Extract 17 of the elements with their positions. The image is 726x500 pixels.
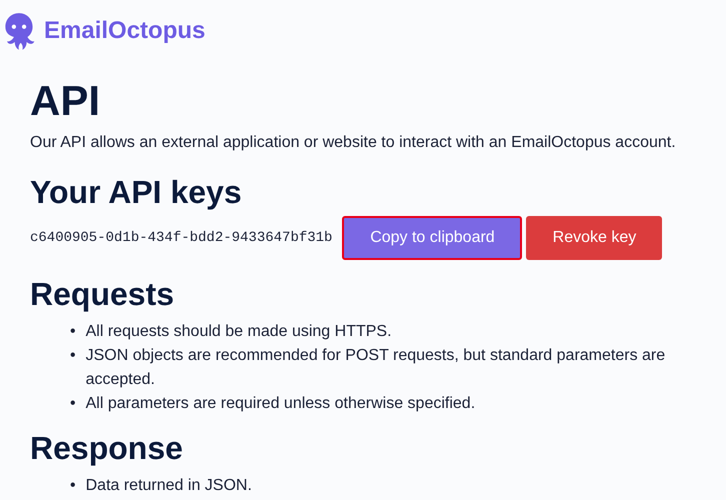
list-item: JSON objects are recommended for POST requests, but standard parameters are accepted. <box>86 346 666 390</box>
copy-button[interactable]: Copy to clipboard <box>342 216 522 260</box>
bullet: • <box>70 476 76 496</box>
section-heading: Requests <box>30 275 176 314</box>
intro-text: Our API allows an external application or website to interact with an EmailOctopus account. <box>30 133 677 153</box>
list-item: Data returned in JSON. <box>86 476 252 496</box>
revoke-key-button[interactable]: Revoke key <box>526 216 662 260</box>
list-item: All requests should be made using HTTPS. <box>86 322 392 342</box>
brand-name: EmailOctopus <box>44 17 206 45</box>
section-heading: Your API keys <box>30 173 243 212</box>
bullet: • <box>70 394 76 414</box>
bullet: • <box>70 346 76 366</box>
bullet: • <box>70 322 76 342</box>
page-title: API <box>30 76 102 126</box>
api-key: c6400905-0d1b-434f-bdd2-9433647bf31b <box>30 230 332 246</box>
list-item: All parameters are required unless otherwise specified. <box>86 394 476 414</box>
section-heading: Response <box>30 429 184 468</box>
